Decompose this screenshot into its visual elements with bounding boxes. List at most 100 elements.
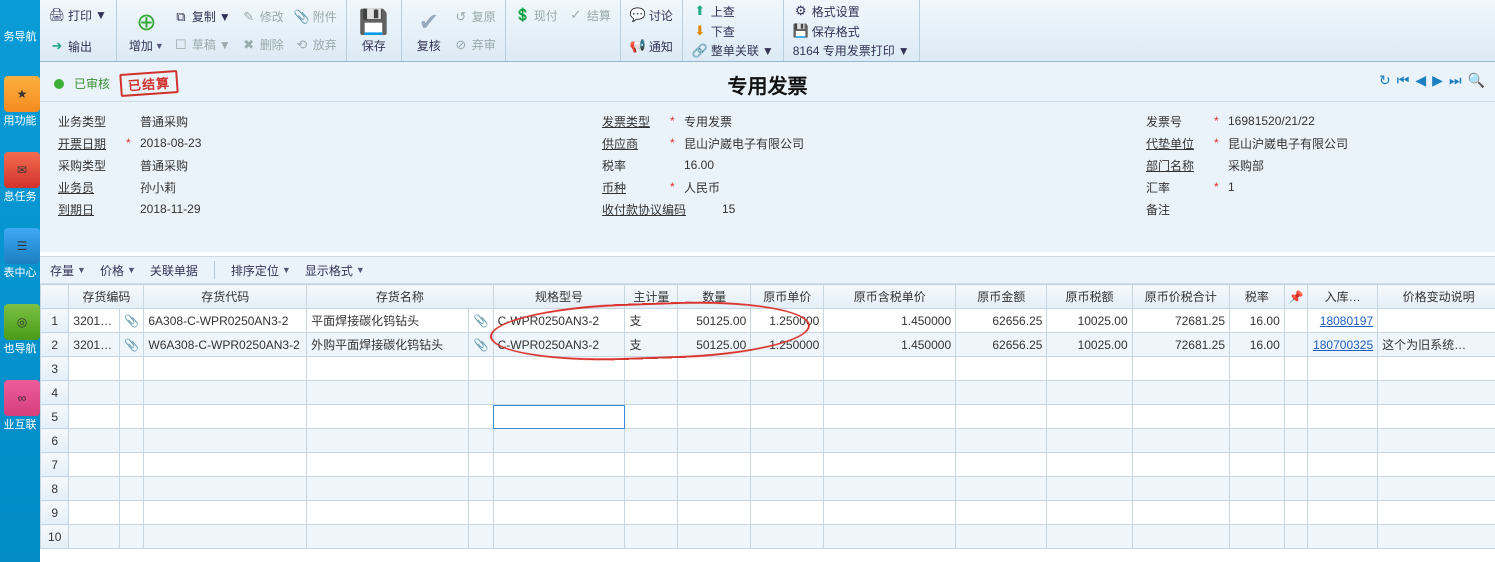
empty-cell[interactable] (751, 357, 824, 381)
empty-cell[interactable] (144, 525, 307, 549)
empty-cell[interactable] (469, 381, 493, 405)
empty-cell[interactable] (1047, 501, 1132, 525)
empty-cell[interactable] (493, 477, 625, 501)
format-settings-button[interactable]: ⚙格式设置 (790, 2, 863, 21)
empty-cell[interactable] (1308, 381, 1378, 405)
fld-label[interactable]: 部门名称 (1146, 157, 1208, 174)
col-qty[interactable]: 数量 (678, 285, 751, 309)
nav-tile-report[interactable]: ☰ (4, 228, 40, 264)
empty-cell[interactable] (1230, 357, 1285, 381)
empty-cell[interactable] (144, 357, 307, 381)
empty-cell[interactable] (120, 453, 144, 477)
discard-button[interactable]: ⊘弃审 (450, 35, 499, 54)
col-name[interactable]: 存货名称 (307, 285, 494, 309)
empty-cell[interactable] (469, 405, 493, 429)
empty-cell[interactable] (824, 453, 956, 477)
displayfmt-button[interactable]: 显示格式▼ (305, 262, 365, 279)
empty-cell[interactable] (69, 381, 120, 405)
row-number[interactable]: 10 (41, 525, 69, 549)
empty-cell[interactable] (1047, 429, 1132, 453)
copy-button[interactable]: ⧉复制▼ (170, 7, 234, 26)
row-number[interactable]: 1 (41, 309, 69, 333)
empty-cell[interactable] (120, 501, 144, 525)
empty-cell[interactable] (120, 357, 144, 381)
empty-cell[interactable] (69, 501, 120, 525)
delete-button[interactable]: ✖删除 (238, 35, 287, 54)
settle-button[interactable]: ✓结算 (565, 6, 614, 25)
empty-cell[interactable] (144, 381, 307, 405)
empty-cell[interactable] (144, 429, 307, 453)
empty-cell[interactable] (1308, 477, 1378, 501)
table-row[interactable]: 23201…📎W6A308-C-WPR0250AN3-2外购平面焊接碳化钨钻头📎… (41, 333, 1495, 357)
col-alias[interactable]: 存货代码 (144, 285, 307, 309)
empty-cell[interactable] (1308, 405, 1378, 429)
empty-cell[interactable] (1378, 357, 1495, 381)
table-row[interactable]: 5 (41, 405, 1495, 429)
empty-cell[interactable] (493, 501, 625, 525)
empty-cell[interactable] (1230, 477, 1285, 501)
cell-ref[interactable]: 180700325 (1308, 333, 1378, 357)
last-icon[interactable]: ⏭ (1449, 72, 1462, 89)
empty-cell[interactable] (469, 501, 493, 525)
empty-cell[interactable] (1284, 429, 1307, 453)
nav-label[interactable]: 息任务 (0, 188, 40, 204)
row-number[interactable]: 2 (41, 333, 69, 357)
empty-cell[interactable] (307, 453, 469, 477)
empty-cell[interactable] (307, 429, 469, 453)
empty-cell[interactable] (751, 405, 824, 429)
empty-cell[interactable] (307, 381, 469, 405)
empty-cell[interactable] (1284, 501, 1307, 525)
empty-cell[interactable] (493, 357, 625, 381)
empty-cell[interactable] (751, 501, 824, 525)
empty-cell[interactable] (1284, 357, 1307, 381)
fld-label[interactable]: 发票类型 (602, 113, 664, 130)
empty-cell[interactable] (1230, 405, 1285, 429)
empty-cell[interactable] (1230, 429, 1285, 453)
restore-button[interactable]: ↺复原 (450, 7, 499, 26)
empty-cell[interactable] (120, 525, 144, 549)
empty-cell[interactable] (956, 405, 1047, 429)
empty-cell[interactable] (144, 405, 307, 429)
empty-cell[interactable] (1132, 453, 1229, 477)
nav-label[interactable]: 业互联 (0, 416, 40, 432)
fld-label[interactable]: 业务员 (58, 179, 120, 196)
table-row[interactable]: 7 (41, 453, 1495, 477)
empty-cell[interactable] (469, 525, 493, 549)
empty-cell[interactable] (956, 429, 1047, 453)
print-button[interactable]: 🖨打印▼ (46, 6, 110, 25)
empty-cell[interactable] (956, 525, 1047, 549)
empty-cell[interactable] (69, 357, 120, 381)
empty-cell[interactable] (678, 357, 751, 381)
empty-cell[interactable] (1308, 453, 1378, 477)
lookup-down-button[interactable]: ⬇下查 (689, 22, 738, 41)
empty-cell[interactable] (1284, 525, 1307, 549)
fld-label[interactable]: 开票日期 (58, 135, 120, 152)
empty-cell[interactable] (1378, 501, 1495, 525)
empty-cell[interactable] (824, 381, 956, 405)
search-icon[interactable]: 🔍 (1468, 72, 1485, 89)
empty-cell[interactable] (1284, 477, 1307, 501)
empty-cell[interactable] (493, 525, 625, 549)
col-uom[interactable]: 主计量 (625, 285, 678, 309)
cell-ref[interactable]: 18080197 (1308, 309, 1378, 333)
col-ref[interactable]: 入库… (1308, 285, 1378, 309)
empty-cell[interactable] (824, 501, 956, 525)
empty-cell[interactable] (1284, 453, 1307, 477)
table-row[interactable]: 6 (41, 429, 1495, 453)
row-number[interactable]: 5 (41, 405, 69, 429)
empty-cell[interactable] (678, 453, 751, 477)
empty-cell[interactable] (751, 429, 824, 453)
empty-cell[interactable] (1047, 405, 1132, 429)
empty-cell[interactable] (625, 429, 678, 453)
print-format-button[interactable]: 8164 专用发票打印▼ (790, 41, 913, 60)
empty-cell[interactable] (1378, 453, 1495, 477)
modify-button[interactable]: ✎修改 (238, 7, 287, 26)
empty-cell[interactable] (751, 453, 824, 477)
row-number[interactable]: 8 (41, 477, 69, 501)
table-row[interactable]: 4 (41, 381, 1495, 405)
empty-cell[interactable] (144, 501, 307, 525)
empty-cell[interactable] (625, 453, 678, 477)
empty-cell[interactable] (1132, 405, 1229, 429)
empty-cell[interactable] (678, 525, 751, 549)
price-button[interactable]: 价格▼ (100, 262, 136, 279)
